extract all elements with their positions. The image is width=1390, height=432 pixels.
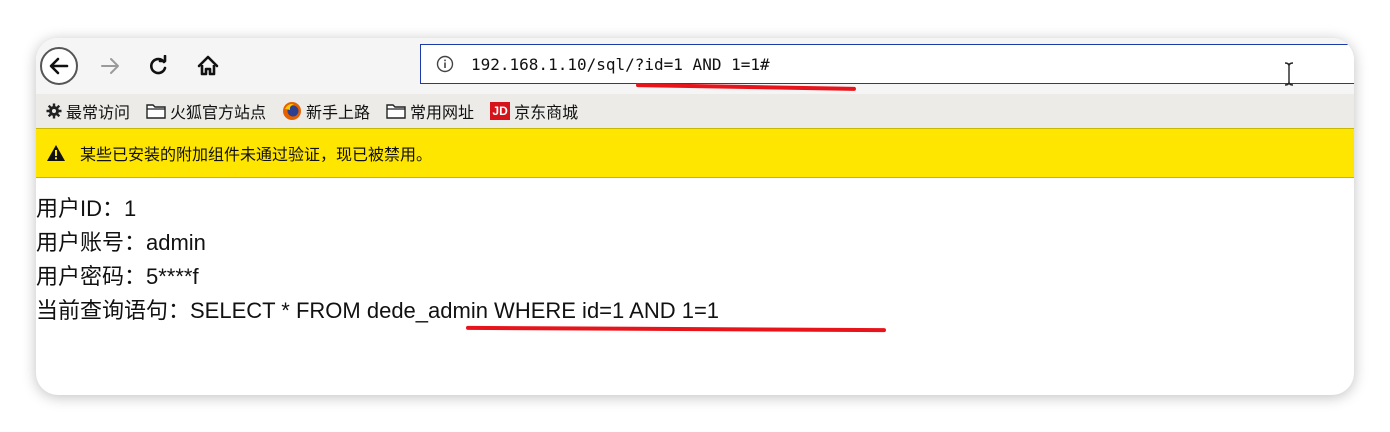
bookmark-common-sites[interactable]: 常用网址 bbox=[386, 99, 474, 123]
text-cursor-icon bbox=[1284, 62, 1294, 86]
bookmark-label: 京东商城 bbox=[514, 103, 579, 122]
user-id-line: 用户ID：1 bbox=[36, 196, 137, 221]
query-annotation-underline bbox=[465, 325, 887, 333]
url-text[interactable]: 192.168.1.10/sql/?id=1 AND 1=1# bbox=[471, 55, 770, 74]
page-content: 用户ID：1 用户账号：admin 用户密码：5****f 当前查询语句：SEL… bbox=[36, 192, 719, 328]
folder-icon bbox=[146, 104, 166, 119]
bookmark-firefox-official[interactable]: 火狐官方站点 bbox=[146, 99, 266, 123]
notification-bar: 某些已安装的附加组件未通过验证，现已被禁用。 bbox=[36, 128, 1354, 178]
reload-icon bbox=[150, 55, 167, 75]
home-button[interactable] bbox=[190, 48, 226, 84]
url-annotation-underline bbox=[635, 83, 857, 91]
bookmark-label: 最常访问 bbox=[66, 103, 131, 122]
bookmark-most-visited[interactable]: 最常访问 bbox=[46, 99, 130, 123]
gear-icon bbox=[46, 103, 62, 119]
bookmark-label: 火狐官方站点 bbox=[170, 103, 267, 122]
navigation-toolbar: 192.168.1.10/sql/?id=1 AND 1=1# bbox=[36, 38, 1354, 94]
user-password-line: 用户密码：5****f bbox=[36, 264, 199, 289]
bookmark-label: 新手上路 bbox=[306, 103, 371, 122]
bookmark-label: 常用网址 bbox=[410, 103, 475, 122]
bookmark-jd-mall[interactable]: JD 京东商城 bbox=[490, 99, 578, 123]
arrow-right-icon bbox=[101, 58, 119, 74]
back-button[interactable] bbox=[40, 47, 78, 85]
bookmark-getting-started[interactable]: 新手上路 bbox=[282, 99, 370, 123]
warning-message: 某些已安装的附加组件未通过验证，现已被禁用。 bbox=[80, 145, 433, 164]
info-icon[interactable] bbox=[435, 54, 455, 74]
query-statement-line: 当前查询语句：SELECT * FROM dede_admin WHERE id… bbox=[36, 298, 720, 323]
warning-icon bbox=[46, 144, 66, 162]
address-bar[interactable]: 192.168.1.10/sql/?id=1 AND 1=1# bbox=[420, 44, 1354, 86]
folder-icon bbox=[386, 104, 406, 119]
home-icon bbox=[197, 55, 219, 76]
forward-button[interactable] bbox=[92, 48, 128, 84]
bookmarks-toolbar: 最常访问 火狐官方站点 新手上路 常用网址 JD 京东商城 bbox=[36, 94, 1354, 128]
browser-window: 192.168.1.10/sql/?id=1 AND 1=1# 最常访问 火狐官… bbox=[36, 38, 1354, 395]
arrow-left-icon bbox=[49, 57, 69, 75]
firefox-icon bbox=[283, 102, 302, 120]
jd-icon: JD bbox=[490, 102, 511, 120]
user-account-line: 用户账号：admin bbox=[36, 230, 206, 255]
reload-button[interactable] bbox=[140, 48, 176, 84]
